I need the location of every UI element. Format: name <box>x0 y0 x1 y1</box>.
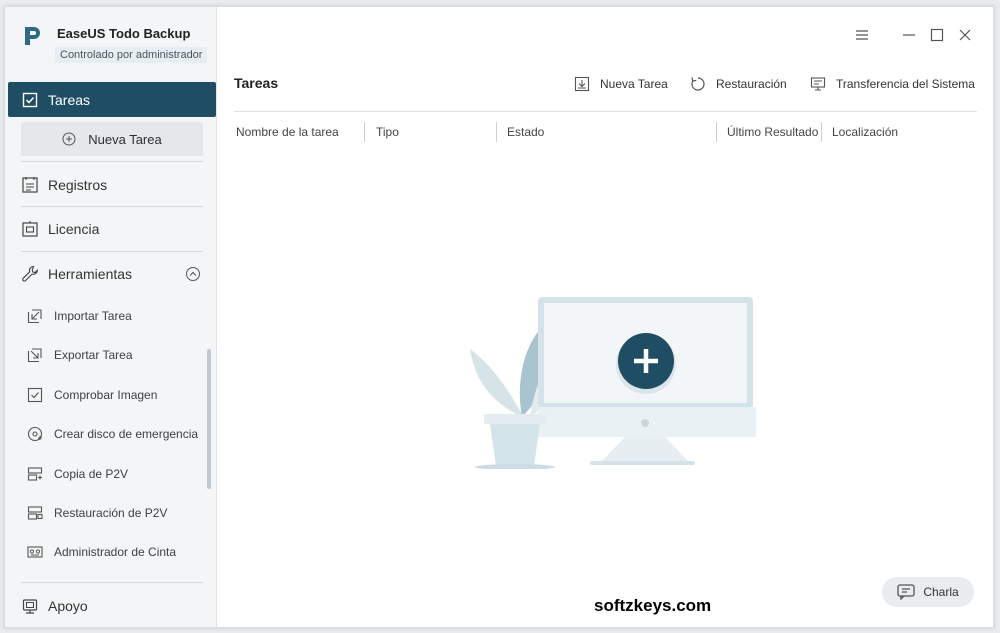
tool-exportar-tarea[interactable]: Exportar Tarea <box>27 340 207 370</box>
column-separator[interactable] <box>364 122 365 142</box>
tool-importar-tarea[interactable]: Importar Tarea <box>27 301 207 331</box>
column-separator[interactable] <box>716 122 717 142</box>
new-task-label: Nueva Tarea <box>88 131 162 147</box>
restore-button[interactable]: Restauración <box>690 73 787 95</box>
column-header-type[interactable]: Tipo <box>376 125 399 139</box>
column-header-last-result[interactable]: Último Resultado <box>727 125 818 139</box>
action-label: Restauración <box>716 77 787 91</box>
sidebar-item-herramientas[interactable]: Herramientas <box>21 254 203 294</box>
new-task-button[interactable]: Nueva Tarea <box>21 122 203 156</box>
page-title: Tareas <box>234 75 279 91</box>
add-task-icon <box>574 76 590 92</box>
wrench-icon <box>22 265 38 282</box>
sidebar-item-licencia[interactable]: Licencia <box>21 209 203 249</box>
sidebar-item-tareas[interactable]: Tareas <box>8 82 216 117</box>
header-divider <box>234 111 977 112</box>
tool-label: Administrador de Cinta <box>54 545 177 559</box>
tool-label: Importar Tarea <box>54 309 132 323</box>
sidebar-item-label: Tareas <box>48 91 91 108</box>
tool-administrador-cinta[interactable]: Administrador de Cinta <box>27 537 207 567</box>
p2v-restore-icon <box>27 506 43 520</box>
action-label: Nueva Tarea <box>600 77 668 91</box>
app-logo-icon <box>25 27 40 45</box>
tool-comprobar-imagen[interactable]: Comprobar Imagen <box>27 380 207 410</box>
restore-icon <box>691 77 705 91</box>
watermark-text: softzkeys.com <box>594 596 712 615</box>
empty-state-illustration <box>470 297 756 469</box>
sidebar: EaseUS Todo Backup Controlado por admini… <box>5 7 217 627</box>
divider <box>21 206 203 207</box>
divider <box>21 251 203 252</box>
chat-button[interactable]: Charla <box>882 577 974 607</box>
sidebar-item-label: Herramientas <box>48 266 133 282</box>
tool-label: Comprobar Imagen <box>54 388 158 402</box>
app-title: EaseUS Todo Backup <box>57 26 191 41</box>
close-icon[interactable] <box>957 27 973 43</box>
tool-crear-disco-emergencia[interactable]: Crear disco de emergencia <box>27 419 207 449</box>
tool-restauracion-p2v[interactable]: Restauración de P2V <box>27 498 207 528</box>
sidebar-item-apoyo[interactable]: Apoyo <box>21 586 203 626</box>
checkbox-icon <box>22 92 38 107</box>
column-separator[interactable] <box>821 122 822 142</box>
check-square-icon <box>27 387 43 403</box>
column-header-name[interactable]: Nombre de la tarea <box>236 125 339 139</box>
sidebar-item-label: Registros <box>48 177 108 193</box>
sidebar-item-registros[interactable]: Registros <box>21 165 203 205</box>
plus-circle-icon <box>62 132 76 146</box>
export-icon <box>27 348 42 363</box>
emergency-disk-icon <box>27 426 43 442</box>
maximize-icon[interactable] <box>929 27 945 43</box>
tool-label: Crear disco de emergencia <box>54 427 199 441</box>
admin-badge: Controlado por administrador <box>55 47 208 63</box>
chevron-up-icon[interactable] <box>185 266 201 282</box>
sidebar-item-label: Apoyo <box>48 598 88 614</box>
tool-copia-p2v[interactable]: Copia de P2V <box>27 459 207 489</box>
system-transfer-icon <box>810 77 826 91</box>
column-header-location[interactable]: Localización <box>832 125 898 139</box>
support-icon <box>22 599 38 614</box>
log-icon <box>22 177 38 193</box>
new-task-action-button[interactable]: Nueva Tarea <box>574 73 668 95</box>
p2v-copy-icon <box>27 467 43 481</box>
app-window: EaseUS Todo Backup Controlado por admini… <box>4 6 994 628</box>
column-header-status[interactable]: Estado <box>507 125 544 139</box>
system-transfer-button[interactable]: Transferencia del Sistema <box>810 73 975 95</box>
sidebar-scrollbar[interactable] <box>207 349 211 489</box>
column-separator[interactable] <box>496 122 497 142</box>
divider <box>21 582 203 583</box>
license-icon <box>22 221 38 237</box>
tool-label: Restauración de P2V <box>54 506 168 520</box>
minimize-icon[interactable] <box>901 27 917 43</box>
tool-label: Exportar Tarea <box>54 348 133 362</box>
tool-label: Copia de P2V <box>54 467 129 481</box>
sidebar-item-label: Licencia <box>48 221 100 237</box>
action-label: Transferencia del Sistema <box>836 77 975 91</box>
tape-icon <box>27 546 43 558</box>
import-icon <box>27 309 42 324</box>
chat-label: Charla <box>923 585 959 599</box>
divider <box>21 161 203 162</box>
chat-icon <box>897 584 915 600</box>
menu-icon[interactable] <box>854 27 870 43</box>
